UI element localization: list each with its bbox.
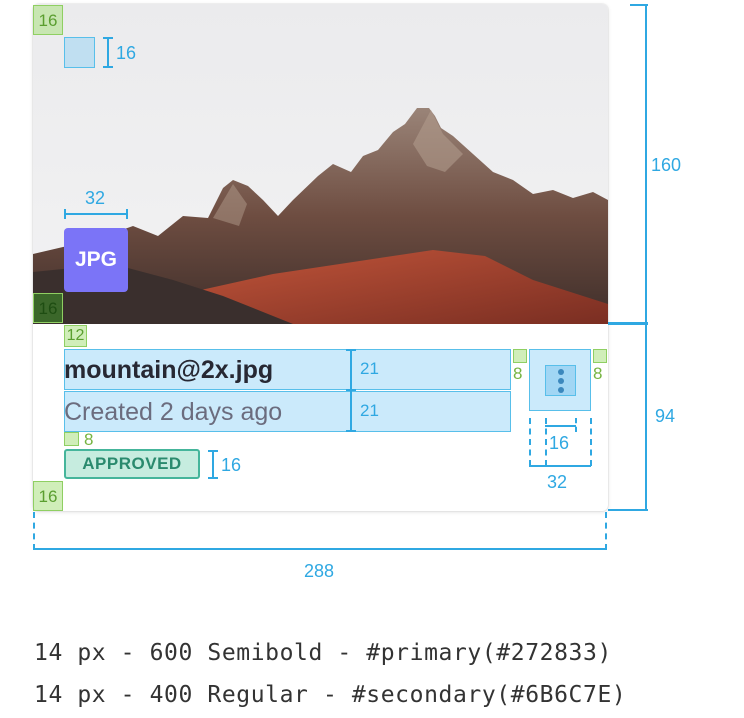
- dimension-tick: [103, 37, 113, 39]
- dimension-tick: [608, 322, 648, 325]
- dimension-line: [545, 425, 576, 427]
- badge-width-label: 32: [85, 188, 106, 208]
- dimension-tick: [64, 209, 66, 219]
- dimension-line: [529, 465, 591, 467]
- dimension-line-body-height: [645, 325, 647, 511]
- dimension-line-card-width: [33, 548, 607, 550]
- dimension-tick: [346, 349, 356, 351]
- spec-secondary-text: 14 px - 400 Regular - #secondary(#6B6C7E…: [34, 682, 627, 708]
- dimension-tick: [126, 209, 128, 219]
- padding-marker-bottom: 16: [33, 481, 63, 511]
- file-type-badge: JPG: [64, 228, 128, 292]
- padding-label: 16: [38, 10, 58, 30]
- menu-dot: [557, 386, 564, 393]
- menu-button-size-label: 32: [547, 472, 568, 492]
- gap-label-left-of-menu: 8: [513, 364, 523, 383]
- menu-icon-size-label: 16: [549, 433, 570, 453]
- status-gap-marker: [64, 432, 79, 446]
- guide-line: [605, 512, 607, 550]
- gap-label: 12: [66, 327, 85, 344]
- icon-size-label: 16: [116, 43, 137, 63]
- dimension-line: [212, 450, 214, 479]
- dimension-tick: [208, 450, 218, 452]
- dimension-tick: [346, 389, 356, 391]
- gap-marker-right-of-menu: [593, 349, 607, 363]
- status-label: APPROVED: [82, 454, 182, 473]
- spec-primary-text: 14 px - 600 Semibold - #primary(#272833): [34, 640, 612, 666]
- status-gap-label: 8: [84, 430, 94, 449]
- card-width-label: 288: [304, 561, 335, 581]
- dimension-tick: [103, 66, 113, 68]
- more-options-button[interactable]: [529, 349, 591, 411]
- gap-label-right-of-menu: 8: [593, 364, 603, 383]
- file-subtitle: Created 2 days ago: [64, 398, 283, 426]
- menu-dot: [557, 368, 564, 375]
- file-type-label: JPG: [74, 248, 118, 271]
- dimension-tick: [208, 477, 218, 479]
- title-gap-marker: 12: [64, 325, 87, 347]
- dimension-line-image-height: [645, 4, 647, 323]
- more-vertical-icon: [545, 365, 576, 396]
- file-title[interactable]: mountain@2x.jpg: [64, 350, 510, 390]
- guide-line: [590, 418, 592, 466]
- guide-line: [529, 418, 531, 466]
- menu-dot: [557, 377, 564, 384]
- subtitle-height-label: 21: [360, 401, 379, 420]
- icon-placeholder: [64, 37, 95, 68]
- padding-label: 16: [38, 486, 58, 506]
- padding-marker-image-bottom: 16: [33, 293, 63, 323]
- body-height-label: 94: [655, 406, 676, 426]
- guide-line: [33, 512, 35, 550]
- status-height-label: 16: [221, 455, 242, 475]
- dimension-line: [107, 37, 109, 68]
- gap-marker-left-of-menu: [513, 349, 527, 363]
- dimension-tick: [608, 509, 648, 511]
- padding-label: 16: [38, 298, 58, 318]
- dimension-tick: [346, 430, 356, 432]
- dimension-tick: [630, 4, 648, 6]
- status-badge: APPROVED: [64, 449, 200, 479]
- title-height-label: 21: [360, 359, 379, 378]
- image-height-label: 160: [651, 155, 682, 175]
- padding-marker-top-left: 16: [33, 5, 63, 35]
- dimension-line: [64, 213, 128, 215]
